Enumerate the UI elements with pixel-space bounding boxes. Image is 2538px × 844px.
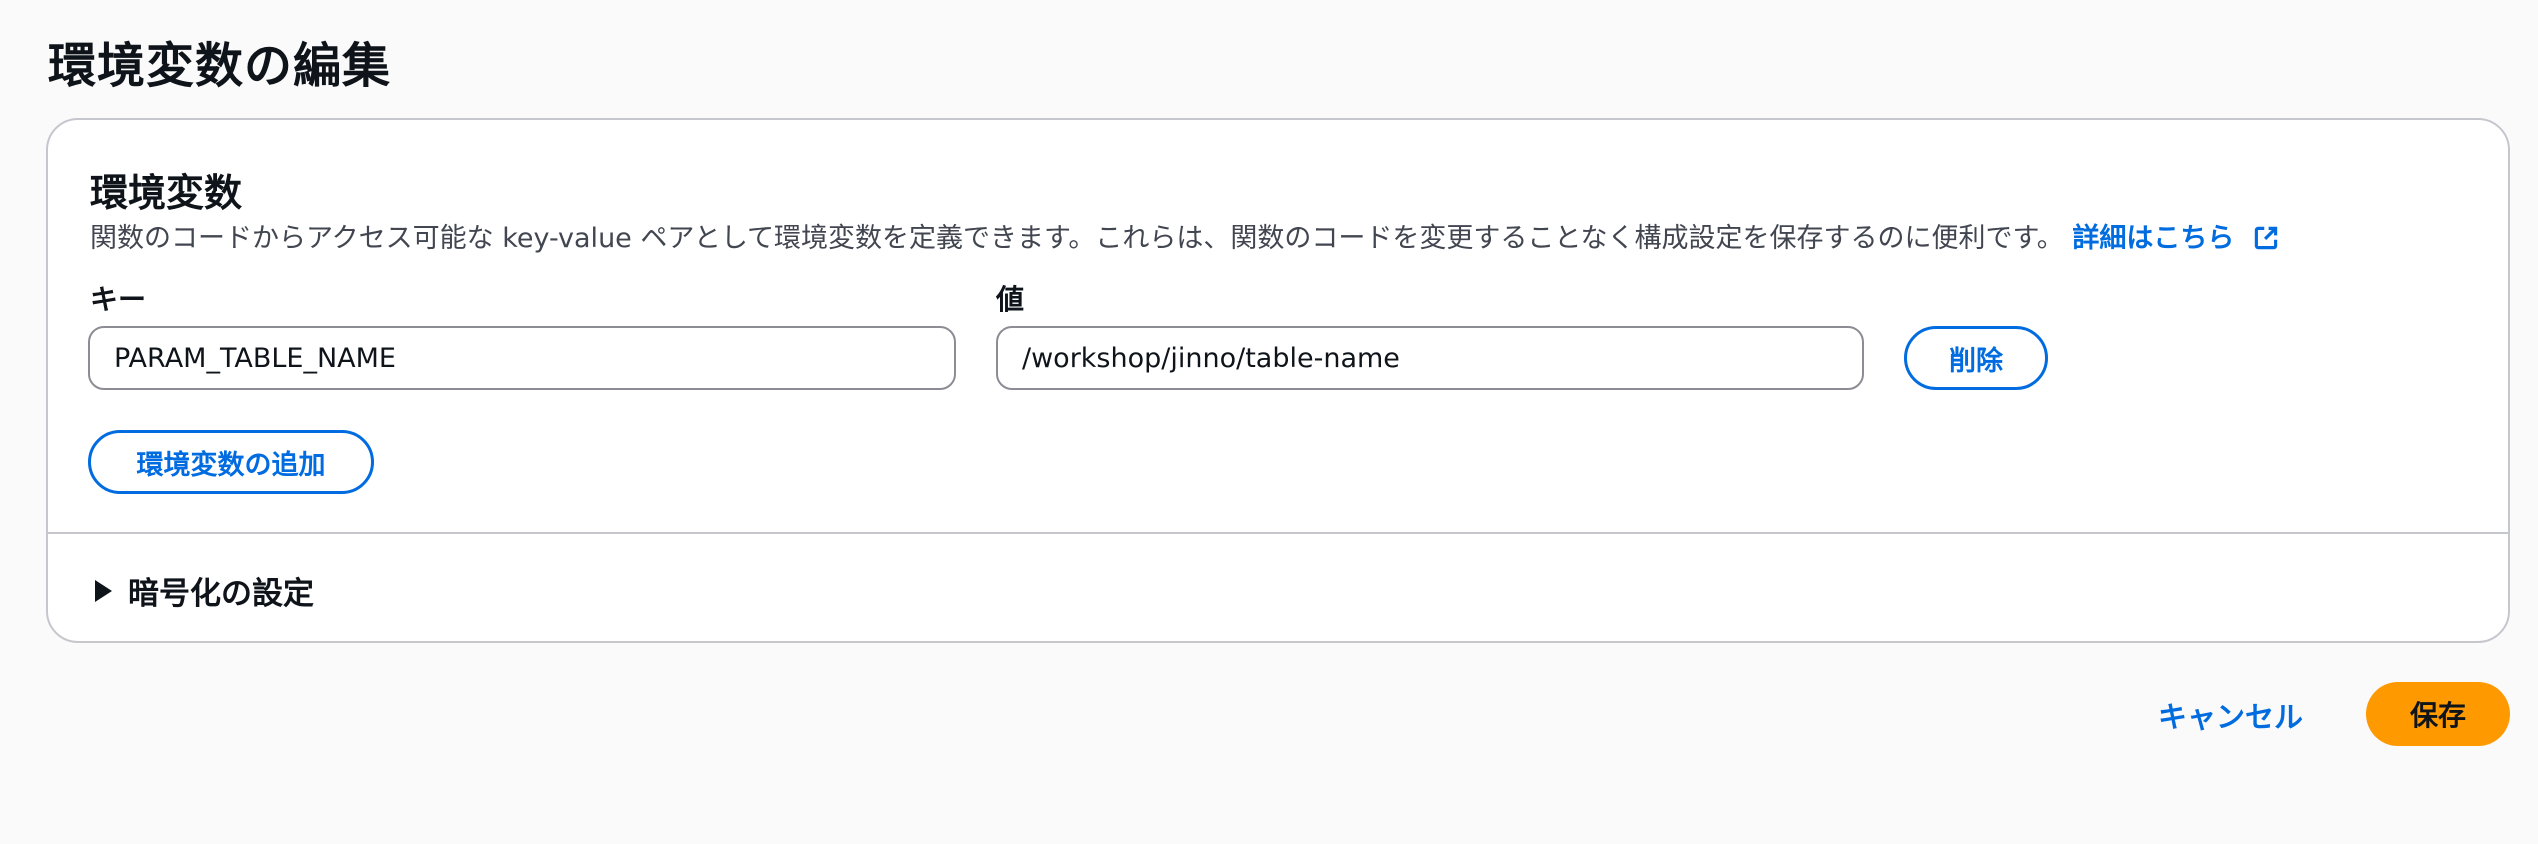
learn-more-label: 詳細はこちら	[2072, 223, 2235, 254]
section-description: 関数のコードからアクセス可能な key-value ペアとして環境変数を定義でき…	[90, 216, 2280, 255]
value-label: 値	[996, 283, 1025, 316]
key-input[interactable]	[88, 326, 956, 390]
environment-variables-panel: 環境変数 関数のコードからアクセス可能な key-value ペアとして環境変数…	[46, 118, 2510, 643]
add-environment-variable-button[interactable]: 環境変数の追加	[88, 430, 374, 494]
value-input[interactable]	[996, 326, 1864, 390]
remove-button[interactable]: 削除	[1904, 326, 2048, 390]
page-title: 環境変数の編集	[48, 38, 392, 94]
encryption-settings-expander[interactable]: 暗号化の設定	[92, 568, 314, 613]
section-title: 環境変数	[90, 171, 243, 215]
caret-right-icon	[95, 579, 112, 602]
cancel-button[interactable]: キャンセル	[2158, 694, 2303, 736]
external-link-icon	[2254, 226, 2278, 250]
section-divider	[48, 532, 2508, 534]
encryption-settings-label: 暗号化の設定	[128, 576, 314, 612]
save-button[interactable]: 保存	[2366, 682, 2510, 746]
learn-more-link[interactable]: 詳細はこちら	[2072, 223, 2279, 254]
description-text: 関数のコードからアクセス可能な key-value ペアとして環境変数を定義でき…	[90, 223, 2064, 254]
key-label: キー	[90, 283, 147, 316]
